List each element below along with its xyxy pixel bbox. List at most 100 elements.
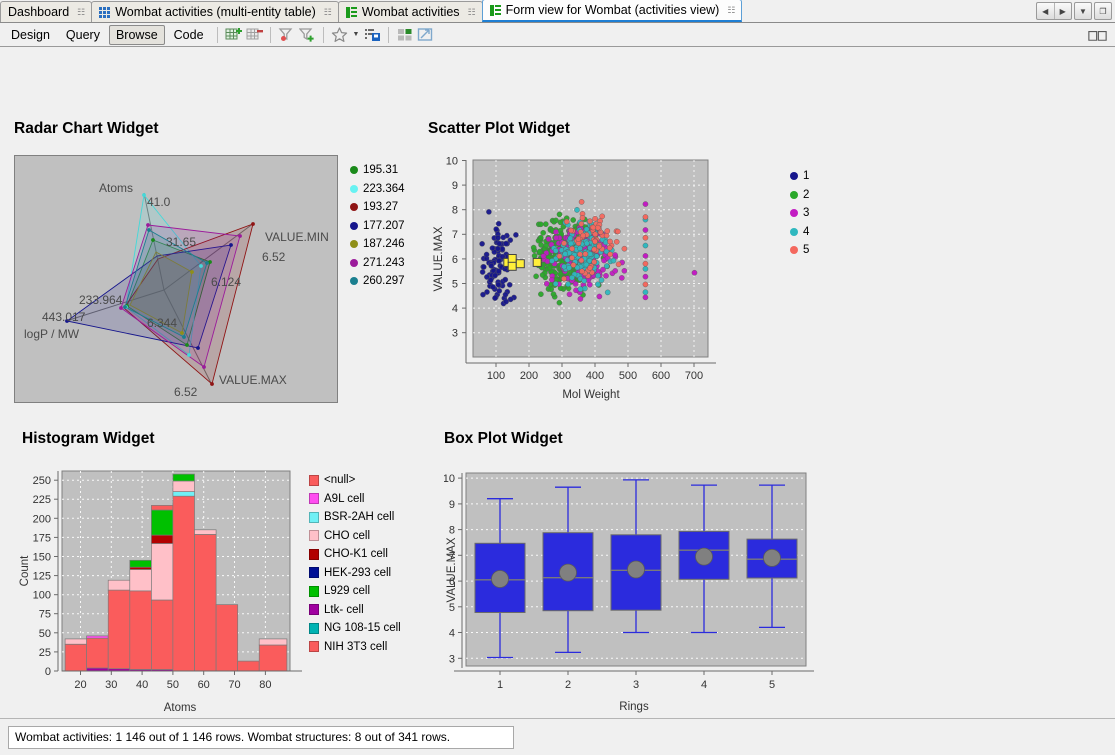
svg-text:125: 125 [33, 571, 51, 583]
legend-label: 187.246 [363, 238, 405, 251]
legend-label: 195.31 [363, 164, 399, 177]
mode-design-button[interactable]: Design [4, 25, 57, 45]
legend-item[interactable]: CHO-K1 cell [309, 545, 401, 564]
scatter-plot-widget[interactable]: 10 9 8 7 6 5 4 3 100 200 300 400 500 600 700 Mol … [428, 155, 848, 410]
legend-item[interactable]: 187.246 [350, 235, 405, 254]
legend-label: BSR-2AH cell [324, 511, 395, 524]
filter-add-icon[interactable] [298, 25, 317, 44]
favorite-star-icon[interactable] [330, 25, 349, 44]
status-message: Wombat activities: 1 146 out of 1 146 ro… [8, 725, 514, 749]
legend-item[interactable]: NG 108-15 cell [309, 619, 401, 638]
legend-item[interactable]: 260.297 [350, 272, 405, 291]
radar-chart-widget[interactable]: Atoms VALUE.MIN VALUE.MAX logP / MW 41.0… [14, 155, 414, 405]
svg-text:700: 700 [685, 370, 703, 382]
legend-item[interactable]: Ltk- cell [309, 601, 401, 620]
legend-item[interactable]: 195.31 [350, 161, 405, 180]
close-icon[interactable]: ☷ [77, 7, 85, 18]
boxplot-widget-title: Box Plot Widget [444, 430, 563, 447]
svg-text:20: 20 [74, 679, 86, 691]
close-icon[interactable]: ☷ [324, 7, 332, 18]
histogram-widget[interactable]: 0 25 50 75 100 125 150 175 200 225 250 20 30 40 50 60 7… [14, 465, 424, 718]
legend-item[interactable]: <null> [309, 471, 401, 490]
expand-icon[interactable] [416, 25, 435, 44]
mode-query-button[interactable]: Query [59, 25, 107, 45]
delete-row-icon[interactable] [245, 25, 264, 44]
legend-item[interactable]: 193.27 [350, 198, 405, 217]
legend-item[interactable]: 1 [790, 167, 809, 186]
tab-label: Wombat activities [361, 5, 460, 19]
radar-value-6124: 6.124 [211, 275, 242, 289]
svg-text:250: 250 [33, 475, 51, 487]
svg-text:Count: Count [19, 555, 31, 586]
legend-item[interactable]: BSR-2AH cell [309, 508, 401, 527]
mode-browse-button[interactable]: Browse [108, 24, 165, 45]
legend-label: 193.27 [363, 201, 399, 214]
form-icon [345, 6, 357, 18]
legend-label: 4 [803, 225, 810, 238]
add-row-icon[interactable] [224, 25, 243, 44]
legend-item[interactable]: CHO cell [309, 527, 401, 546]
svg-text:40: 40 [136, 679, 148, 691]
legend-item[interactable]: 4 [790, 223, 809, 242]
close-icon[interactable]: ☷ [468, 7, 476, 18]
legend-item[interactable]: 223.364 [350, 180, 405, 199]
svg-text:5: 5 [449, 602, 455, 614]
tab-list-dropdown-button[interactable]: ▼ [1074, 2, 1092, 20]
legend-item[interactable]: A9L cell [309, 490, 401, 509]
scroll-right-icon[interactable]: ▶ [1055, 3, 1072, 19]
legend-swatch [309, 604, 319, 616]
scroll-left-icon[interactable]: ◀ [1037, 3, 1055, 19]
close-icon[interactable]: ☷ [727, 5, 735, 16]
svg-text:80: 80 [259, 679, 271, 691]
legend-swatch [350, 258, 358, 267]
legend-swatch [309, 511, 319, 523]
svg-text:Atoms: Atoms [164, 702, 197, 714]
legend-item[interactable]: NIH 3T3 cell [309, 638, 401, 657]
book-icon[interactable] [1088, 26, 1107, 45]
toolbar-separator [269, 26, 271, 43]
filter-remove-icon[interactable] [277, 25, 296, 44]
radar-axis-label-logp-mw: logP / MW [24, 327, 80, 341]
svg-text:Rings: Rings [619, 701, 649, 713]
restore-window-button[interactable]: ❐ [1094, 2, 1112, 20]
tab-dashboard[interactable]: Dashboard ☷ [0, 1, 93, 22]
tab-label: Dashboard [8, 5, 70, 19]
tab-label: Wombat activities (multi-entity table) [115, 5, 316, 19]
svg-text:100: 100 [487, 370, 505, 382]
legend-label: 177.207 [363, 219, 405, 232]
svg-text:50: 50 [39, 628, 51, 640]
legend-swatch [350, 166, 358, 175]
svg-text:300: 300 [553, 370, 571, 382]
mode-code-button[interactable]: Code [167, 25, 211, 45]
tab-wombat-activities-multi-entity-table[interactable]: Wombat activities (multi-entity table) ☷ [91, 1, 339, 22]
radar-axis-label-value-max: VALUE.MAX [219, 373, 287, 387]
legend-label: 260.297 [363, 275, 405, 288]
radar-value-233964: 233.964 [79, 293, 123, 307]
histogram-legend: <null> A9L cell BSR-2AH cell CHO cell CH… [309, 471, 401, 656]
form-icon [489, 4, 501, 16]
legend-item[interactable]: 177.207 [350, 217, 405, 236]
legend-label: A9L cell [324, 492, 365, 505]
legend-item[interactable]: 3 [790, 204, 809, 223]
box-plot-widget[interactable]: 3 4 5 6 7 8 9 10 12345 Rings VALUE.MAX [444, 465, 844, 718]
tab-scroll-buttons[interactable]: ◀ ▶ [1036, 2, 1072, 20]
radar-widget-title: Radar Chart Widget [14, 120, 159, 137]
chevron-down-icon[interactable]: ▼ [353, 31, 360, 38]
legend-label: CHO cell [324, 529, 371, 542]
legend-item[interactable]: 5 [790, 241, 809, 260]
tab-form-view-for-wombat[interactable]: Form view for Wombat (activities view) ☷ [481, 0, 743, 22]
window-controls: ◀ ▶ ▼ ❐ [1036, 2, 1112, 20]
layout-icon[interactable] [395, 25, 414, 44]
legend-swatch [790, 246, 798, 255]
save-form-icon[interactable] [363, 25, 382, 44]
legend-item[interactable]: 271.243 [350, 254, 405, 273]
radar-axis-label-atoms: Atoms [99, 181, 134, 195]
toolbar-separator [216, 26, 218, 43]
tab-wombat-activities[interactable]: Wombat activities ☷ [337, 1, 483, 22]
legend-swatch [309, 567, 319, 579]
legend-item[interactable]: 2 [790, 186, 809, 205]
legend-item[interactable]: HEK-293 cell [309, 564, 401, 583]
svg-text:4: 4 [449, 628, 455, 640]
legend-item[interactable]: L929 cell [309, 582, 401, 601]
radar-value-3165: 31.65 [166, 235, 197, 249]
